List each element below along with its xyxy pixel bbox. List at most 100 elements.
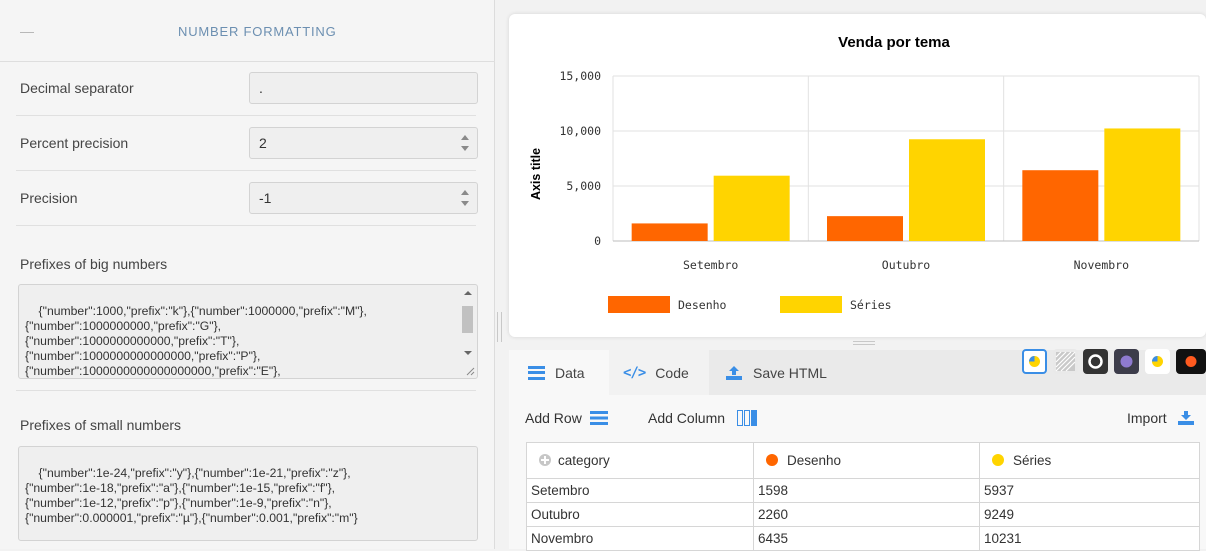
legend-swatch: [608, 296, 670, 313]
bar-desenho: [827, 216, 903, 241]
vertical-splitter-handle[interactable]: [497, 312, 503, 342]
horizontal-splitter-handle[interactable]: [853, 341, 875, 345]
y-axis-title: Axis title: [529, 148, 543, 200]
scroll-down-arrow-icon[interactable]: [464, 351, 472, 355]
percent-precision-value: 2: [259, 135, 267, 151]
data-table: category Desenho Séries Setembro 1598 59…: [526, 442, 1200, 551]
bar-chart: Venda por tema 0 5,000 10,000 15,000 Axis t…: [529, 34, 1200, 313]
section-title: NUMBER FORMATTING: [178, 24, 337, 39]
series-column-header[interactable]: Séries: [979, 442, 1200, 479]
scrollbar-thumb[interactable]: [462, 306, 473, 333]
small-prefixes-value: {"number":1e-24,"prefix":"y"},{"number":…: [25, 466, 358, 525]
table-cell[interactable]: Setembro: [526, 478, 754, 503]
add-row-label: Add Row: [525, 410, 582, 426]
table-cell[interactable]: 2260: [753, 502, 980, 527]
bar-series: [909, 139, 985, 241]
tab-data-label: Data: [555, 364, 585, 381]
table-cell[interactable]: 10231: [979, 526, 1200, 551]
add-column-button[interactable]: Add Column: [648, 410, 758, 426]
decimal-separator-label: Decimal separator: [20, 80, 134, 96]
list-icon: [528, 365, 545, 380]
y-tick-label: 15,000: [559, 69, 601, 83]
legend-swatch: [780, 296, 842, 313]
spinner-arrows-icon[interactable]: [461, 134, 469, 152]
table-cell[interactable]: 9249: [979, 502, 1200, 527]
divider: [16, 225, 476, 226]
big-prefixes-textarea[interactable]: {"number":1000,"prefix":"k"},{"number":1…: [18, 284, 478, 379]
theme-yellow-blue-icon[interactable]: [1145, 349, 1170, 374]
y-tick-label: 0: [594, 234, 601, 248]
big-prefixes-value: {"number":1000,"prefix":"k"},{"number":1…: [25, 304, 367, 378]
collapse-minus-icon[interactable]: [20, 32, 34, 33]
bar-series: [1104, 128, 1181, 241]
category-header-label: category: [558, 453, 610, 468]
add-category-icon[interactable]: [539, 454, 551, 466]
theme-stripes-icon[interactable]: [1053, 349, 1078, 374]
chart-bars: [631, 128, 1181, 241]
theme-dark-ring-icon[interactable]: [1083, 349, 1108, 374]
decimal-separator-value: .: [259, 80, 263, 96]
small-prefixes-label: Prefixes of small numbers: [20, 417, 182, 433]
table-row: Novembro 6435 10231: [526, 526, 1200, 551]
import-label: Import: [1127, 410, 1167, 426]
import-button[interactable]: Import: [1127, 410, 1195, 426]
theme-purple-icon[interactable]: [1114, 349, 1139, 374]
table-cell[interactable]: 1598: [753, 478, 980, 503]
x-axis-ticks: Setembro Outubro Novembro: [683, 258, 1129, 272]
chart-legend[interactable]: Desenho Séries: [608, 296, 892, 313]
x-tick-label: Outubro: [882, 258, 931, 272]
bar-desenho: [1022, 170, 1099, 241]
add-row-button[interactable]: Add Row: [525, 410, 608, 426]
textarea-scrollbar[interactable]: [459, 286, 476, 360]
section-header[interactable]: NUMBER FORMATTING: [0, 0, 495, 62]
add-row-icon: [589, 411, 608, 425]
big-prefixes-label: Prefixes of big numbers: [20, 256, 168, 272]
legend-label: Séries: [850, 298, 892, 312]
spinner-arrows-icon[interactable]: [461, 189, 469, 207]
tab-code-label: Code: [655, 364, 689, 381]
x-tick-label: Novembro: [1074, 258, 1129, 272]
import-icon: [1177, 411, 1194, 425]
divider: [16, 115, 476, 116]
precision-input[interactable]: -1: [249, 182, 478, 214]
scroll-up-arrow-icon[interactable]: [464, 291, 472, 295]
table-row: Outubro 2260 9249: [526, 502, 1200, 527]
decimal-separator-input[interactable]: .: [249, 72, 478, 104]
chart-title: Venda por tema: [838, 34, 950, 51]
table-cell[interactable]: Novembro: [526, 526, 754, 551]
chart-preview: Venda por tema 0 5,000 10,000 15,000 Axis t…: [509, 14, 1206, 337]
table-cell[interactable]: 5937: [979, 478, 1200, 503]
table-cell[interactable]: 6435: [753, 526, 980, 551]
precision-label: Precision: [20, 190, 78, 206]
y-tick-label: 10,000: [559, 124, 601, 138]
legend-label: Desenho: [678, 298, 727, 312]
add-column-icon: [737, 410, 758, 426]
tab-data[interactable]: Data: [509, 350, 609, 395]
theme-black-icon[interactable]: [1176, 349, 1206, 374]
code-icon: </>: [623, 364, 646, 381]
category-column-header[interactable]: category: [526, 442, 754, 479]
theme-default-icon[interactable]: [1022, 349, 1047, 374]
x-tick-label: Setembro: [683, 258, 738, 272]
table-cell[interactable]: Outubro: [526, 502, 754, 527]
desenho-header-label: Desenho: [787, 453, 842, 468]
desenho-column-header[interactable]: Desenho: [753, 442, 980, 479]
bar-series: [713, 175, 790, 241]
table-header-row: category Desenho Séries: [526, 442, 1200, 479]
divider: [16, 170, 476, 171]
bar-desenho: [631, 223, 708, 241]
divider: [16, 390, 476, 391]
y-tick-label: 5,000: [566, 179, 601, 193]
y-axis-ticks: 0 5,000 10,000 15,000: [559, 69, 601, 248]
resize-grip-icon[interactable]: [465, 366, 475, 376]
save-html-label: Save HTML: [753, 364, 827, 381]
save-html-button[interactable]: Save HTML: [725, 350, 865, 395]
percent-precision-input[interactable]: 2: [249, 127, 478, 159]
table-row: Setembro 1598 5937: [526, 478, 1200, 503]
series-header-label: Séries: [1013, 453, 1052, 468]
series-color-dot-icon[interactable]: [992, 454, 1004, 466]
desenho-color-dot-icon[interactable]: [766, 454, 778, 466]
tab-code[interactable]: </> Code: [609, 350, 709, 395]
small-prefixes-textarea[interactable]: {"number":1e-24,"prefix":"y"},{"number":…: [18, 446, 478, 541]
precision-value: -1: [259, 190, 272, 206]
